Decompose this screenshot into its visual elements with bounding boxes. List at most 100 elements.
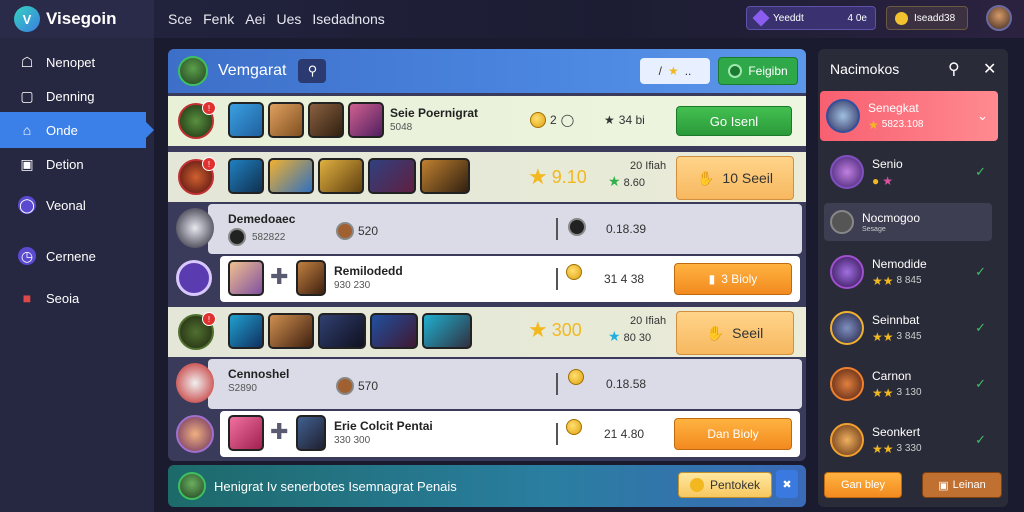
player-avatar[interactable] — [178, 472, 206, 500]
player-avatar[interactable] — [178, 56, 208, 86]
gold-counter[interactable]: Iseadd38 — [886, 6, 968, 30]
hero-portrait[interactable] — [228, 102, 264, 138]
hero-portrait[interactable] — [348, 102, 384, 138]
top-bar: V Visegoin Sce Fenk Aei Ues Isedadnons Y… — [0, 0, 1024, 38]
panel-header: Vemgarat ⚲ / ★ .. Feigibn — [168, 49, 806, 93]
ban-play-button[interactable]: Gan bley — [824, 472, 902, 498]
gold-coin-icon — [566, 419, 582, 435]
hero-stat: 8 845 — [896, 275, 922, 286]
hero-stat: Sesage — [862, 226, 886, 233]
match-row[interactable]: ! ★ 300 20 Ifiah ★ 80 30 ✋ Seeil — [168, 307, 806, 357]
star-icon: ★ — [882, 173, 894, 188]
divider — [556, 423, 558, 445]
power-icon: ◯ — [18, 196, 36, 214]
row-title: Remilodedd — [334, 264, 403, 278]
app-logo[interactable]: V Visegoin — [0, 0, 154, 38]
top-nav-item[interactable]: Sce — [168, 11, 192, 27]
hero-portrait[interactable] — [296, 260, 326, 296]
cyan-stats: 20 Ifiah ★ 80 30 — [608, 315, 666, 345]
hero-portrait[interactable] — [370, 313, 418, 349]
hero-option[interactable]: Nocmogoo Sesage — [824, 203, 992, 241]
search-icon[interactable]: ⚲ — [948, 59, 960, 79]
house-icon: ⌂ — [22, 122, 32, 138]
row-subtitle: 5048 — [390, 122, 413, 133]
top-nav-item[interactable]: Fenk — [203, 11, 234, 27]
home-icon: ☖ — [20, 53, 34, 70]
plus-icon[interactable]: ✚ — [270, 264, 288, 290]
go-button-label: Go Isenl — [709, 113, 759, 129]
seeil-button[interactable]: ✋ 10 Seeil — [676, 156, 794, 200]
coin-icon — [895, 11, 908, 25]
sidebar-item-detion[interactable]: ▣ Detion — [0, 146, 154, 182]
hero-option[interactable]: Seinnbat ★★ 3 845 ✓ — [824, 303, 996, 353]
row-title: Seie Poernigrat — [390, 106, 479, 120]
match-row[interactable]: Demedoaec 582822 520 0.18.39 — [176, 204, 802, 254]
match-row[interactable]: ✚ Erie Colcit Pentai 330 300 21 4.80 Dan… — [176, 411, 800, 457]
hero-option[interactable]: Carnon ★★ 3 130 ✓ — [824, 359, 996, 409]
gems-counter[interactable]: Yeeddt 4 0e — [746, 6, 876, 30]
hero-portrait[interactable] — [228, 415, 264, 451]
hero-portrait[interactable] — [422, 313, 472, 349]
hero-portrait[interactable] — [268, 158, 314, 194]
top-nav-item[interactable]: Ues — [276, 11, 301, 27]
hero-option[interactable]: Nemodide ★★ 8 845 ✓ — [824, 247, 996, 297]
hero-portrait[interactable] — [318, 313, 366, 349]
footer-action-button[interactable]: Pentokek — [678, 472, 772, 498]
chevron-down-icon[interactable]: ⌄ — [977, 108, 988, 124]
confirm-button[interactable]: ▣ Leinan — [922, 472, 1002, 498]
hero-portrait[interactable] — [318, 158, 364, 194]
star-score-value: 9.10 — [551, 166, 587, 187]
row-info: Cennoshel S2890 — [228, 367, 289, 394]
hand-icon: ✋ — [706, 324, 725, 341]
hero-option[interactable]: Seonkert ★★ 3 330 ✓ — [824, 415, 996, 465]
top-nav-item[interactable]: Isedadnons — [312, 11, 384, 27]
hero-portrait[interactable] — [228, 260, 264, 296]
bioly-button[interactable]: Dan Bioly — [674, 418, 792, 450]
hero-portrait[interactable] — [308, 102, 344, 138]
hero-option-info: Seinnbat ★★ 3 845 — [872, 313, 922, 344]
profile-avatar[interactable] — [986, 5, 1012, 31]
hero-portrait[interactable] — [228, 158, 264, 194]
sidebar-item-veonal[interactable]: ◯ Veonal — [0, 187, 154, 223]
sidebar-item-nenopet[interactable]: ☖ Nenopet — [0, 44, 154, 80]
star-icon: ★★ — [872, 329, 894, 344]
go-button[interactable]: Go Isenl — [676, 106, 792, 136]
search-button[interactable]: ⚲ — [298, 59, 327, 83]
match-row[interactable]: Cennoshel S2890 570 0.18.58 — [176, 359, 802, 409]
match-row[interactable]: ✚ Remilodedd 930 230 31 4 38 ▮ 3 Bioly — [176, 256, 800, 302]
hero-portrait[interactable] — [228, 313, 264, 349]
footer-close-button[interactable]: ✖ — [776, 470, 798, 498]
row-time: 0.18.58 — [606, 377, 646, 391]
hero-portrait[interactable] — [368, 158, 416, 194]
top-nav-item[interactable]: Aei — [245, 11, 265, 27]
match-row[interactable]: ! Seie Poernigrat 5048 2 ◯ ★ 34 bi Go Is… — [168, 96, 806, 146]
match-row[interactable]: ! ★ 9.10 20 Ifiah ★ 8.60 ✋ 10 Seeil — [168, 152, 806, 202]
seeil-button[interactable]: ✋ Seeil — [676, 311, 794, 355]
sidebar-item-cernene[interactable]: ◷ Cernene — [0, 238, 154, 274]
footer-bar: Henigrat Iv senerbotes Isemnagrat Penais… — [168, 465, 806, 507]
star-filter[interactable]: / ★ .. — [640, 58, 710, 84]
hero-option[interactable]: Senegkat ★ 5823.108 ⌄ — [820, 91, 998, 141]
sidebar-item-onde[interactable]: ⌂ Onde — [0, 112, 154, 148]
helmet-icon — [568, 218, 586, 236]
hero-portrait[interactable] — [268, 102, 304, 138]
gold-stat: 2 ◯ — [530, 112, 574, 128]
plus-icon[interactable]: ✚ — [270, 419, 288, 445]
row-info: Remilodedd 930 230 — [334, 264, 403, 291]
stat-b: 80 30 — [623, 332, 652, 344]
alert-badge-icon: ! — [202, 157, 216, 171]
header-action-button[interactable]: Feigibn — [718, 57, 798, 85]
hero-portrait[interactable] — [420, 158, 470, 194]
close-icon[interactable]: ✕ — [983, 59, 996, 79]
row-time-value: 0.18.58 — [606, 377, 647, 391]
hero-portrait[interactable] — [296, 415, 326, 451]
hero-portrait[interactable] — [268, 313, 314, 349]
sidebar-item-seoia[interactable]: ■ Seoia — [0, 280, 154, 316]
currency-area: Yeeddt 4 0e Iseadd38 — [746, 5, 1012, 31]
filter-dots: .. — [684, 64, 692, 78]
bioly-button[interactable]: ▮ 3 Bioly — [674, 263, 792, 295]
sidebar-item-denning[interactable]: ▢ Denning — [0, 78, 154, 114]
hero-option[interactable]: Senio ● ★ ✓ — [824, 147, 996, 197]
sword-icon — [228, 228, 246, 246]
gems-value: 4 0e — [847, 12, 867, 24]
